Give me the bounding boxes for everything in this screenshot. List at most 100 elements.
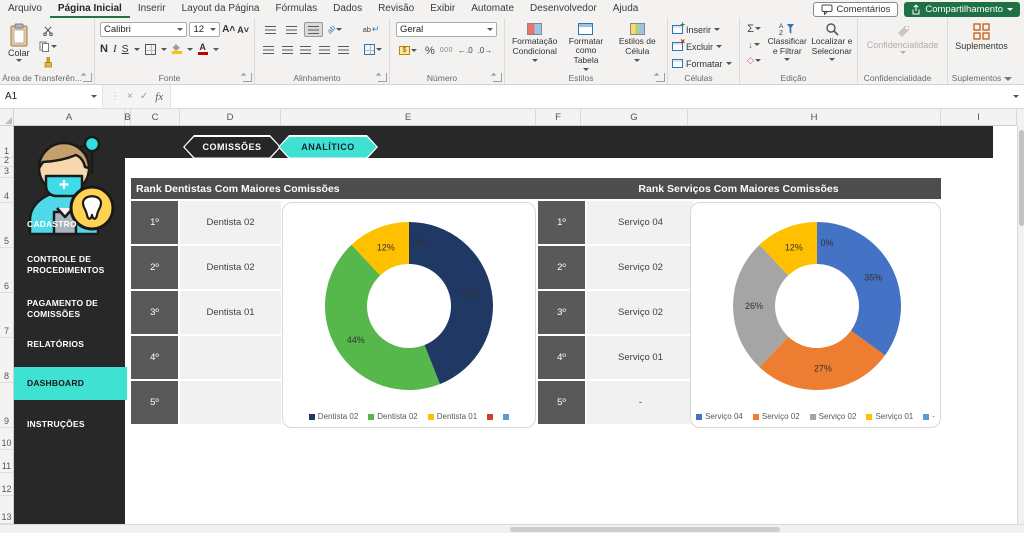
share-button[interactable]: Compartilhamento	[904, 2, 1020, 17]
row-header-8[interactable]: 8	[0, 338, 13, 383]
legend-item[interactable]: Serviço 02	[753, 412, 800, 421]
font-name-combo[interactable]: Calibri	[100, 22, 187, 37]
paste-button[interactable]: Colar	[4, 21, 34, 71]
align-bottom-button[interactable]	[304, 22, 323, 37]
row-header-1[interactable]: 1	[0, 126, 13, 158]
nav-tab-analitico[interactable]: ANALÍTICO	[278, 135, 378, 159]
services-chart-box[interactable]: 35%27%26%12%0% Serviço 04Serviço 02Servi…	[690, 202, 941, 428]
addins-button[interactable]: Suplementos	[951, 21, 1012, 71]
align-center-button[interactable]	[280, 42, 296, 57]
select-all-corner[interactable]	[0, 109, 14, 126]
column-header-g[interactable]: G	[581, 109, 688, 125]
name-box[interactable]: A1	[0, 85, 103, 108]
horizontal-scrollbar[interactable]	[0, 524, 1024, 533]
row-header-9[interactable]: 9	[0, 383, 13, 428]
conditional-formatting-button[interactable]: Formatação Condicional	[509, 21, 560, 71]
row-header-5[interactable]: 5	[0, 203, 13, 248]
legend-item[interactable]: Dentista 02	[368, 412, 417, 421]
find-select-button[interactable]: Localizar e Selecionar	[811, 21, 854, 71]
underline-button[interactable]: S	[122, 43, 129, 55]
sidebar-item-relatorios[interactable]: RELATÓRIOS	[14, 334, 125, 356]
fill-color-button[interactable]	[172, 44, 182, 54]
align-left-button[interactable]	[261, 42, 277, 57]
format-as-table-button[interactable]: Formatar como Tabela	[560, 21, 611, 71]
italic-button[interactable]: I	[113, 43, 117, 55]
legend-item[interactable]: Serviço 01	[866, 412, 913, 421]
sidebar-item-cadastro[interactable]: CADASTRO	[14, 214, 125, 236]
comments-button[interactable]: Comentários	[813, 2, 899, 17]
menu-tab-revisao[interactable]: Revisão	[370, 0, 422, 18]
row-header-7[interactable]: 7	[0, 293, 13, 338]
row-header-12[interactable]: 12	[0, 473, 13, 496]
increase-indent-button[interactable]	[335, 42, 351, 57]
row-header-4[interactable]: 4	[0, 178, 13, 203]
sidebar-item-instrucoes[interactable]: INSTRUÇÕES	[14, 414, 125, 436]
column-header-c[interactable]: C	[131, 109, 180, 125]
column-header-h[interactable]: H	[688, 109, 941, 125]
delete-cells-button[interactable]: Excluir	[672, 39, 735, 54]
number-format-combo[interactable]: Geral	[396, 22, 497, 37]
formula-input[interactable]	[171, 85, 1008, 108]
dialog-launcher-icon[interactable]	[243, 73, 252, 82]
collapse-ribbon-icon[interactable]	[1004, 77, 1012, 81]
decrease-font-button[interactable]: A˅	[237, 25, 249, 35]
merge-center-button[interactable]	[363, 42, 383, 57]
dialog-launcher-icon[interactable]	[493, 73, 502, 82]
insert-function-button[interactable]: fx	[155, 91, 163, 103]
cancel-entry-icon[interactable]: ×	[127, 91, 133, 102]
cut-button[interactable]	[38, 23, 58, 38]
column-header-a[interactable]: A	[14, 109, 125, 125]
menu-tab-pagina-inicial[interactable]: Página Inicial	[50, 0, 130, 18]
dentists-chart-box[interactable]: 44%44%12%0% Dentista 02Dentista 02Dentis…	[282, 202, 536, 428]
bold-button[interactable]: N	[100, 43, 108, 55]
menu-tab-ajuda[interactable]: Ajuda	[605, 0, 647, 18]
row-header-3[interactable]: 3	[0, 167, 13, 178]
legend-item[interactable]: Dentista 02	[309, 412, 358, 421]
align-top-button[interactable]	[261, 22, 279, 37]
format-painter-button[interactable]	[38, 55, 58, 70]
cell-styles-button[interactable]: Estilos de Célula	[612, 21, 663, 71]
menu-tab-exibir[interactable]: Exibir	[422, 0, 463, 18]
row-header-11[interactable]: 11	[0, 450, 13, 473]
wrap-text-button[interactable]: ab↵	[359, 22, 383, 37]
sidebar-item-dashboard[interactable]: DASHBOARD	[14, 367, 127, 400]
menu-tab-dados[interactable]: Dados	[325, 0, 370, 18]
formula-bar-expand-button[interactable]	[1008, 85, 1024, 108]
nav-tab-comissoes[interactable]: COMISSÕES	[183, 135, 281, 159]
comma-style-button[interactable]: 000	[440, 47, 453, 54]
legend-item[interactable]: Dentista 01	[428, 412, 477, 421]
font-size-combo[interactable]: 12	[189, 22, 220, 37]
decrease-indent-button[interactable]	[317, 42, 333, 57]
column-header-e[interactable]: E	[281, 109, 536, 125]
menu-tab-formulas[interactable]: Fórmulas	[267, 0, 325, 18]
percent-style-button[interactable]: %	[425, 45, 435, 57]
vertical-scrollbar-thumb[interactable]	[1019, 130, 1024, 226]
row-header-6[interactable]: 6	[0, 248, 13, 293]
dialog-launcher-icon[interactable]	[83, 73, 92, 82]
accounting-format-button[interactable]: $	[396, 43, 420, 58]
sort-filter-button[interactable]: AZ Classificar e Filtrar	[766, 21, 809, 71]
orientation-button[interactable]: ab	[326, 22, 344, 37]
sidebar-item-pagamento-de-comissoes[interactable]: PAGAMENTO DE COMISSÕES	[14, 292, 125, 326]
legend-item[interactable]: Serviço 02	[810, 412, 857, 421]
legend-item[interactable]: Serviço 04	[696, 412, 743, 421]
insert-cells-button[interactable]: Inserir	[672, 22, 735, 37]
decrease-decimal-button[interactable]: .0→	[478, 46, 493, 55]
menu-tab-inserir[interactable]: Inserir	[130, 0, 174, 18]
clear-button[interactable]: ◇	[744, 53, 764, 68]
dialog-launcher-icon[interactable]	[378, 73, 387, 82]
column-header-d[interactable]: D	[180, 109, 281, 125]
row-header-13[interactable]: 13	[0, 496, 13, 524]
column-header-f[interactable]: F	[536, 109, 581, 125]
autosum-button[interactable]: Σ	[744, 21, 764, 36]
menu-tab-desenvolvedor[interactable]: Desenvolvedor	[522, 0, 605, 18]
align-middle-button[interactable]	[282, 22, 300, 37]
vertical-scrollbar[interactable]	[1017, 126, 1024, 524]
dialog-launcher-icon[interactable]	[656, 73, 665, 82]
row-header-10[interactable]: 10	[0, 428, 13, 450]
sidebar-item-controle-de-procedimentos[interactable]: CONTROLE DE PROCEDIMENTOS	[14, 248, 125, 282]
legend-item[interactable]: -	[923, 412, 935, 421]
fill-button[interactable]: ↓	[744, 37, 764, 52]
format-cells-button[interactable]: Formatar	[672, 56, 735, 71]
column-header-i[interactable]: I	[941, 109, 1017, 125]
